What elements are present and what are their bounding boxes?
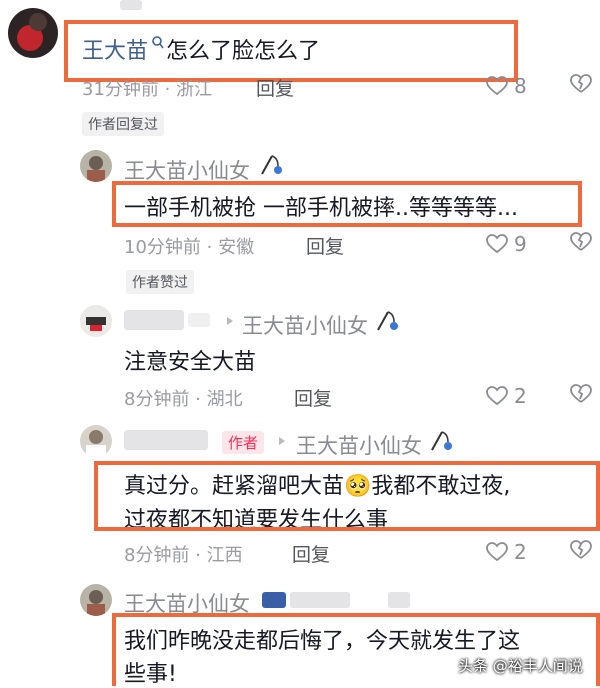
fishing-rod-badge-icon — [431, 431, 452, 451]
like-button[interactable]: 2 — [486, 540, 527, 564]
highlight-box — [64, 20, 518, 82]
blurred-username — [388, 592, 410, 608]
broken-heart-icon[interactable] — [570, 232, 592, 252]
reply-to-username[interactable]: 王大苗小仙女 — [296, 430, 422, 460]
like-count: 8 — [514, 74, 527, 98]
avatar[interactable] — [80, 150, 112, 182]
like-count: 2 — [514, 384, 527, 408]
heart-outline-icon — [486, 386, 508, 406]
avatar[interactable] — [80, 425, 112, 457]
broken-heart-icon[interactable] — [570, 540, 592, 560]
like-button[interactable]: 2 — [486, 384, 527, 408]
broken-heart-icon[interactable] — [570, 384, 592, 404]
comment-time-location: 8分钟前 · 江西 — [124, 545, 243, 566]
reply-arrow-icon — [279, 437, 285, 445]
author-liked-tag: 作者赞过 — [126, 270, 194, 294]
heart-outline-icon — [486, 234, 508, 254]
comment-time-location: 10分钟前 · 安徽 — [124, 237, 255, 258]
fishing-rod-badge-icon — [261, 155, 282, 175]
reply-button[interactable]: 回复 — [256, 74, 294, 101]
author-replied-tag: 作者回复过 — [82, 112, 164, 136]
blurred-username — [124, 310, 184, 330]
blurred-username — [262, 592, 286, 608]
avatar[interactable] — [80, 305, 112, 337]
comment-text: 注意安全大苗 — [124, 350, 257, 375]
blurred-username — [124, 430, 208, 450]
reply-arrow-icon — [227, 317, 233, 325]
blurred-header-fragment — [120, 0, 142, 10]
heart-outline-icon — [486, 542, 508, 562]
comment-time-location: 8分钟前 · 湖北 — [124, 389, 243, 410]
fishing-rod-badge-icon — [377, 311, 398, 331]
comment-time-location: 31分钟前 · 浙江 — [82, 79, 213, 100]
highlight-box — [94, 461, 600, 531]
reply-button[interactable]: 回复 — [306, 232, 344, 259]
reply-button[interactable]: 回复 — [292, 540, 330, 567]
reply-button[interactable]: 回复 — [294, 384, 332, 411]
author-badge: 作者 — [222, 431, 265, 454]
like-count: 2 — [514, 540, 527, 564]
blurred-username — [290, 592, 350, 608]
like-count: 9 — [514, 232, 527, 256]
avatar[interactable] — [80, 584, 112, 616]
blurred-username — [188, 313, 210, 327]
like-button[interactable]: 9 — [486, 232, 527, 256]
broken-heart-icon[interactable] — [570, 74, 592, 94]
reply-to-username[interactable]: 王大苗小仙女 — [242, 310, 368, 340]
highlight-box — [112, 181, 582, 227]
heart-outline-icon — [486, 76, 508, 96]
watermark: 头条 @裕丰人间说 — [458, 657, 583, 675]
like-button[interactable]: 8 — [486, 74, 527, 98]
avatar[interactable] — [8, 8, 58, 58]
